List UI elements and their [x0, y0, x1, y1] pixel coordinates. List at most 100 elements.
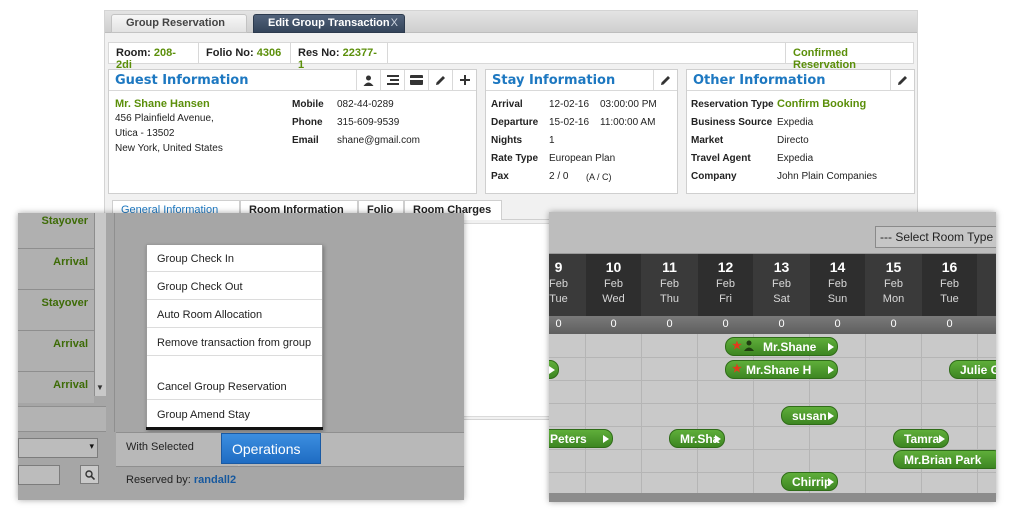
- date-col: 12 Feb Fri: [698, 254, 753, 316]
- vertical-scrollbar[interactable]: [94, 213, 106, 396]
- guest-address-line3: New York, United States: [115, 143, 223, 154]
- booking-bar[interactable]: ★ Mr.Shane H: [725, 360, 838, 379]
- status-column: Stayover Arrival Stayover Arrival Arriva…: [18, 213, 94, 403]
- room-type-select[interactable]: --- Select Room Type: [875, 226, 996, 248]
- reservation-type-value: Confirm Booking: [777, 98, 867, 110]
- guest-information-panel: Guest Information Mr. Shane Hansen 456 P…: [108, 69, 477, 194]
- menu-item-group-amend-stay[interactable]: Group Amend Stay: [147, 404, 322, 427]
- market-value: Directo: [777, 135, 809, 146]
- pax-label: Pax: [491, 171, 509, 182]
- arrival-date: 12-02-16: [549, 99, 590, 110]
- group-operations-overlay: Stayover Arrival Stayover Arrival Arriva…: [18, 213, 464, 500]
- date-col: 9 Feb Tue: [549, 254, 586, 316]
- travel-agent-label: Travel Agent: [691, 153, 751, 164]
- guest-name: Mr. Shane Hansen: [115, 98, 210, 110]
- list-icon[interactable]: [380, 70, 404, 90]
- nights-value: 1: [549, 135, 555, 146]
- with-selected-label: With Selected: [126, 441, 194, 453]
- panel-title: Other Information: [687, 70, 914, 91]
- booking-bar[interactable]: Peters: [549, 429, 613, 448]
- menu-item-group-check-out[interactable]: Group Check Out: [147, 276, 322, 300]
- rate-type-label: Rate Type: [491, 153, 539, 164]
- business-source-label: Business Source: [691, 117, 773, 128]
- booking-bar[interactable]: Julie G: [949, 360, 996, 379]
- market-label: Market: [691, 135, 724, 146]
- search-input[interactable]: [18, 465, 60, 485]
- user-icon[interactable]: [356, 70, 380, 90]
- booking-bar[interactable]: Mr.Sha: [669, 429, 725, 448]
- menu-item-remove-transaction[interactable]: Remove transaction from group: [147, 332, 322, 356]
- status-arrival: Arrival: [53, 256, 88, 268]
- chevron-down-icon[interactable]: ▼: [95, 383, 105, 393]
- menu-item-auto-room-allocation[interactable]: Auto Room Allocation: [147, 304, 322, 328]
- menu-item-cancel-group-reservation[interactable]: Cancel Group Reservation: [147, 376, 322, 400]
- guest-address-line1: 456 Plainfield Avenue,: [115, 113, 214, 124]
- reservation-info-bar: Room: 208-2di Folio No: 4306 Res No: 223…: [108, 42, 914, 71]
- departure-date: 15-02-16: [549, 117, 590, 128]
- stay-information-panel: Stay Information Arrival 12-02-16 03:00:…: [485, 69, 678, 194]
- user-icon: [744, 340, 754, 354]
- travel-agent-value: Expedia: [777, 153, 814, 164]
- operations-button[interactable]: Operations ▲: [221, 433, 321, 472]
- status-arrival: Arrival: [53, 338, 88, 350]
- card-icon[interactable]: [404, 70, 428, 90]
- status-badge: Confirmed Reservation: [785, 43, 913, 71]
- star-icon: ★: [732, 340, 742, 352]
- reserved-by: Reserved by: randall2: [126, 474, 237, 486]
- reservation-type-label: Reservation Type: [691, 99, 774, 110]
- date-col: 16 Feb Tue: [922, 254, 977, 316]
- arrival-time: 03:00:00 PM: [600, 99, 657, 110]
- booking-bar[interactable]: ★ Mr.Shane: [725, 337, 838, 356]
- menu-item-group-check-in[interactable]: Group Check In: [147, 248, 322, 272]
- panel-title: Guest Information: [109, 70, 476, 91]
- search-icon[interactable]: [80, 465, 99, 484]
- star-icon: ★: [732, 363, 742, 375]
- phone-label: Phone: [292, 117, 323, 128]
- business-source-value: Expedia: [777, 117, 814, 128]
- status-stayover: Stayover: [41, 215, 88, 227]
- tab-edit-group-transaction[interactable]: Edit Group Transaction X: [253, 14, 405, 33]
- operations-menu: Group Check In Group Check Out Auto Room…: [146, 244, 323, 430]
- other-information-panel: Other Information Reservation Type Confi…: [686, 69, 915, 194]
- guest-address-line2: Utica - 13502: [115, 128, 175, 139]
- close-icon[interactable]: X: [391, 17, 398, 29]
- rate-type-value: European Plan: [549, 153, 616, 164]
- tab-label: Edit Group Transaction: [268, 17, 390, 29]
- phone-value: 315-609-9539: [337, 117, 400, 128]
- room-calendar-overlay: --- Select Room Type 9 Feb Tue 10 Feb Wed 11…: [549, 212, 996, 502]
- edit-pencil-icon[interactable]: [653, 70, 677, 90]
- date-col: 11 Feb Thu: [642, 254, 697, 316]
- company-label: Company: [691, 171, 737, 182]
- folio-info: Folio No: 4306: [199, 43, 291, 63]
- mobile-value: 082-44-0289: [337, 99, 394, 110]
- date-col: 14 Feb Sun: [810, 254, 865, 316]
- tab-bar: Group Reservation Edit Group Transaction…: [105, 11, 917, 33]
- tab-group-reservation[interactable]: Group Reservation: [111, 14, 247, 33]
- departure-time: 11:00:00 AM: [600, 117, 656, 128]
- booking-bar[interactable]: [549, 360, 559, 379]
- reserved-by-user[interactable]: randall2: [194, 474, 236, 486]
- status-arrival: Arrival: [53, 379, 88, 391]
- panel-title: Stay Information: [486, 70, 677, 91]
- email-label: Email: [292, 135, 319, 146]
- company-value: John Plain Companies: [777, 171, 878, 182]
- booking-bar[interactable]: susan: [781, 406, 838, 425]
- booking-bar[interactable]: Chirrip: [781, 472, 838, 491]
- arrival-label: Arrival: [491, 99, 523, 110]
- booking-bar[interactable]: Tamra: [893, 429, 949, 448]
- date-col: 15 Feb Mon: [866, 254, 921, 316]
- date-col: 13 Feb Sat: [754, 254, 809, 316]
- email-value: shane@gmail.com: [337, 135, 420, 146]
- departure-label: Departure: [491, 117, 539, 128]
- edit-pencil-icon[interactable]: [428, 70, 452, 90]
- booking-bar[interactable]: Mr.Brian Park: [893, 450, 996, 469]
- res-info: Res No: 22377-1: [291, 43, 388, 71]
- chevron-down-icon: ▾: [89, 441, 94, 451]
- add-icon[interactable]: [452, 70, 476, 90]
- edit-pencil-icon[interactable]: [890, 70, 914, 90]
- status-stayover: Stayover: [41, 297, 88, 309]
- date-col: 10 Feb Wed: [586, 254, 641, 316]
- filter-select[interactable]: ▾: [18, 438, 98, 458]
- room-info: Room: 208-2di: [109, 43, 199, 71]
- mobile-label: Mobile: [292, 99, 324, 110]
